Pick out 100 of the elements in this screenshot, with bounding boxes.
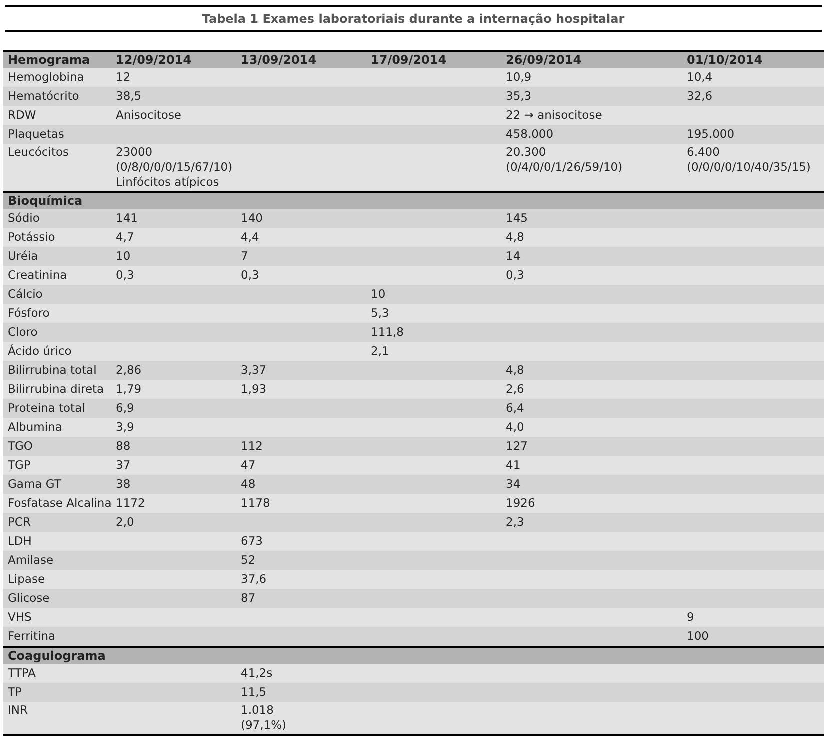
table-cell-text: 4,0 <box>506 418 524 436</box>
row-label: Hemoglobina <box>8 70 84 84</box>
table-cell-text: 0,3 <box>241 266 260 284</box>
table-cell-text: 673 <box>241 532 263 550</box>
table-cell-text: 32,6 <box>687 88 713 105</box>
table-cell: 20.300 (0/4/0/0/1/26/59/10) <box>506 145 623 175</box>
row-label: Ácido úrico <box>8 344 72 358</box>
table-cell-text: 1172 <box>116 494 146 512</box>
row-label: Glicose <box>8 590 50 605</box>
table-cell-text: 145 <box>506 210 528 227</box>
section-title: Hemograma <box>8 53 90 67</box>
table-cell-text: 0,3 <box>506 266 524 284</box>
table-cell-text: 7 <box>241 248 248 265</box>
table-cell-text: 141 <box>116 210 138 227</box>
table-cell-text: 100 <box>687 628 709 645</box>
table-title: Tabela 1 Exames laboratoriais durante a internação hospitalar <box>202 10 625 28</box>
table-cell-text: 2,1 <box>371 342 390 360</box>
table-cell-text: 41 <box>506 456 521 474</box>
table-cell-text: 34 <box>506 476 521 493</box>
table-cell-text: 38 <box>116 476 131 493</box>
table-cell-text: 9 <box>687 608 694 626</box>
row-label: Creatinina <box>8 268 68 282</box>
table-cell-text: 10 <box>116 248 131 265</box>
row-label: Sódio <box>8 210 40 225</box>
row-label: Lipase <box>8 572 46 586</box>
table-cell-text: 6,9 <box>116 400 134 417</box>
table-cell-text: 6,4 <box>506 400 524 417</box>
table-cell-text: 1926 <box>506 494 536 512</box>
table-cell-text: 2,0 <box>116 514 134 531</box>
row-label: Gama GT <box>8 476 62 491</box>
row-label: TGP <box>8 458 31 472</box>
table-cell-text: 2,6 <box>506 380 524 398</box>
table-cell-text: 2,3 <box>506 514 524 531</box>
table-cell-text: 22 → anisocitose <box>506 106 602 124</box>
table-cell-text: 0,3 <box>116 266 134 284</box>
row-label: VHS <box>8 610 32 624</box>
table-cell-text: 12 <box>116 68 131 86</box>
table-cell-text: 3,37 <box>241 362 267 379</box>
table-cell-text: 1,93 <box>241 380 267 398</box>
table-cell-text: 195.000 <box>687 126 735 143</box>
table-cell-text: 35,3 <box>506 88 532 105</box>
column-header: 17/09/2014 <box>371 53 447 67</box>
column-header: 01/10/2014 <box>687 53 763 67</box>
table-cell-text: 4,7 <box>116 228 134 246</box>
row-label: Bilirrubina total <box>8 362 97 377</box>
table-cell-text: 140 <box>241 210 263 227</box>
row-label: INR <box>8 703 28 717</box>
row-label: Proteina total <box>8 400 86 415</box>
table-cell-text: 37,6 <box>241 570 267 588</box>
table-cell-text: 41,2s <box>241 664 273 682</box>
table-cell: 1.018 (97,1%) <box>241 703 287 733</box>
row-label: Fosfatase Alcalina <box>8 496 112 510</box>
row-label: Bilirrubina direta <box>8 382 104 396</box>
row-label: Cloro <box>8 324 38 339</box>
table-cell-text: 127 <box>506 438 528 455</box>
row-label: TP <box>8 684 22 699</box>
row-label: Leucócitos <box>8 145 69 159</box>
section-title: Bioquímica <box>8 194 83 208</box>
table-cell-text: 10 <box>371 286 386 303</box>
row-label: Cálcio <box>8 286 43 301</box>
row-label: RDW <box>8 108 36 122</box>
row-label: Albumina <box>8 420 62 434</box>
table-cell-text: 112 <box>241 438 263 455</box>
table-cell-text: 4,4 <box>241 228 260 246</box>
column-header: 12/09/2014 <box>116 53 192 67</box>
table-cell-text: 10,9 <box>506 68 532 86</box>
row-label: TTPA <box>8 666 36 680</box>
row-label: Hematócrito <box>8 88 80 103</box>
column-header: 26/09/2014 <box>506 53 582 67</box>
row-label: Plaquetas <box>8 126 64 141</box>
table-cell-text: 11,5 <box>241 684 267 701</box>
table-cell-text: 14 <box>506 248 521 265</box>
row-label: TGO <box>8 438 33 453</box>
table-cell-text: 87 <box>241 590 256 607</box>
table-cell-text: 458.000 <box>506 126 554 143</box>
row-label: Fósforo <box>8 306 50 320</box>
row-label: Ferritina <box>8 628 56 643</box>
table-cell-text: 38,5 <box>116 88 142 105</box>
row-label: PCR <box>8 514 31 529</box>
table-cell-text: 88 <box>116 438 131 455</box>
table-cell-text: 52 <box>241 552 256 569</box>
row-label: Potássio <box>8 230 56 244</box>
row-label: LDH <box>8 534 32 548</box>
table-cell-text: 3,9 <box>116 418 134 436</box>
column-header: 13/09/2014 <box>241 53 317 67</box>
table-cell-text: 4,8 <box>506 228 524 246</box>
table-cell: 6.400 (0/0/0/0/10/40/35/15) <box>687 145 811 175</box>
table-cell-text: 1178 <box>241 494 270 512</box>
table-cell-text: 2,86 <box>116 362 142 379</box>
table-cell-text: Anisocitose <box>116 106 182 124</box>
table-cell-text: 5,3 <box>371 304 390 322</box>
table-cell-text: 10,4 <box>687 68 713 86</box>
row-label: Uréia <box>8 248 38 263</box>
table-cell-text: 48 <box>241 476 256 493</box>
table-cell: 23000 (0/8/0/0/0/15/67/10) Linfócitos atípicos <box>116 145 233 190</box>
table-cell-text: 37 <box>116 456 131 474</box>
table-cell-text: 111,8 <box>371 324 404 341</box>
section-title: Coagulograma <box>8 649 106 663</box>
table-cell-text: 1,79 <box>116 380 142 398</box>
table-cell-text: 47 <box>241 456 256 474</box>
